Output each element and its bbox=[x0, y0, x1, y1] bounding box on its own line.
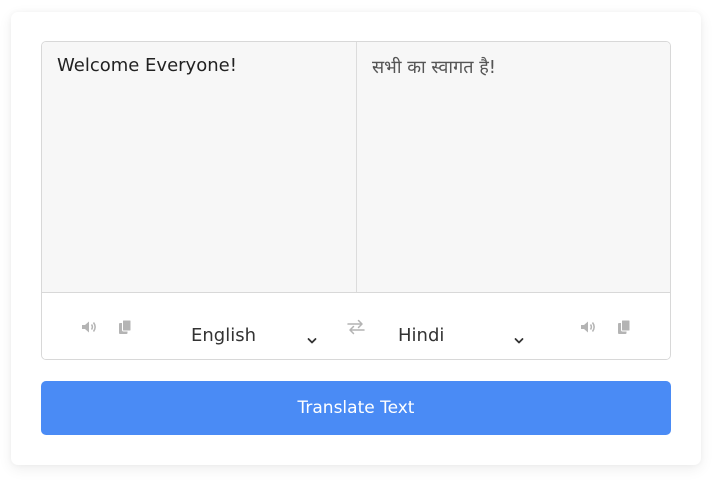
translate-button[interactable]: Translate Text bbox=[41, 381, 671, 435]
source-textarea[interactable]: Welcome Everyone! bbox=[42, 42, 357, 292]
copy-icon bbox=[116, 318, 134, 336]
swap-icon bbox=[347, 318, 365, 336]
target-speak-button[interactable] bbox=[579, 315, 597, 339]
source-copy-button[interactable] bbox=[116, 315, 134, 339]
target-textarea[interactable]: सभी का स्वागत है! bbox=[357, 42, 670, 292]
controls-row: English Hindi bbox=[42, 292, 670, 359]
chevron-down-icon bbox=[307, 330, 317, 344]
source-speak-button[interactable] bbox=[80, 315, 98, 339]
translator-card: Welcome Everyone! सभी का स्वागत है! Engl… bbox=[11, 12, 701, 465]
translator-panel: Welcome Everyone! सभी का स्वागत है! Engl… bbox=[41, 41, 671, 360]
target-copy-button[interactable] bbox=[615, 315, 633, 339]
swap-languages-button[interactable] bbox=[347, 315, 365, 339]
chevron-down-icon bbox=[514, 330, 524, 344]
target-language-select[interactable]: Hindi bbox=[398, 322, 524, 348]
source-language-select[interactable]: English bbox=[191, 322, 317, 348]
speaker-icon bbox=[579, 318, 597, 336]
speaker-icon bbox=[80, 318, 98, 336]
source-language-value: English bbox=[191, 324, 256, 346]
target-language-value: Hindi bbox=[398, 324, 445, 346]
copy-icon bbox=[615, 318, 633, 336]
